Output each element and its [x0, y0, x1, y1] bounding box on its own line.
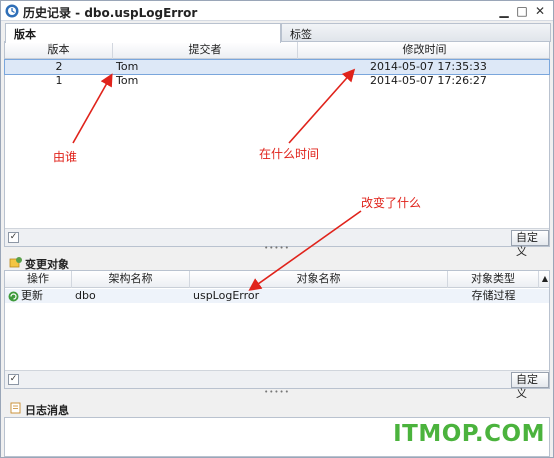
column-header-action[interactable]: 操作	[5, 271, 72, 288]
log-title: 日志消息	[25, 404, 69, 417]
maximize-icon[interactable]: □	[514, 3, 530, 19]
scroll-up-icon[interactable]: ▲	[539, 271, 551, 288]
column-header-schema[interactable]: 架构名称	[72, 271, 190, 288]
versions-grid: 版本 提交者 修改时间 2 Tom 2014-05-07 17:35:33 1 …	[4, 41, 550, 258]
time-cell: 2014-05-07 17:26:27	[370, 74, 487, 87]
table-row[interactable]: 1 Tom 2014-05-07 17:26:27	[5, 74, 549, 88]
annotation-what-changed: 改变了什么	[361, 196, 422, 210]
objects-footer: ✓ 自定义	[5, 370, 549, 400]
close-icon[interactable]: ✕	[532, 3, 548, 19]
table-row[interactable]: 2 Tom 2014-05-07 17:35:33	[4, 59, 550, 75]
annotation-when: 在什么时间	[259, 147, 320, 161]
tab-strip: 版本 标签	[3, 23, 551, 43]
changed-objects-grid: 操作 架构名称 对象名称 对象类型 ▲ 更新 dbo uspLogError 存…	[4, 270, 550, 400]
minimize-icon[interactable]: ▁	[496, 3, 512, 19]
watermark: ITMOP.COM	[393, 421, 545, 447]
author-cell: Tom	[116, 60, 139, 73]
app-icon	[5, 4, 19, 18]
versions-checkbox[interactable]: ✓	[8, 232, 19, 243]
object-type-cell: 存储过程	[471, 289, 516, 302]
changed-objects-icon	[9, 257, 22, 268]
objects-grid-header: 操作 架构名称 对象名称 对象类型 ▲	[5, 271, 549, 288]
splitter-handle[interactable]: •••••	[1, 245, 553, 252]
column-header-object-type[interactable]: 对象类型	[448, 271, 539, 288]
log-icon	[10, 402, 21, 414]
table-row[interactable]: 更新 dbo uspLogError 存储过程	[5, 289, 549, 303]
history-window: 历史记录 - dbo.uspLogError ▁ □ ✕ 版本 标签 版本 提交…	[0, 0, 554, 458]
window-title: 历史记录 - dbo.uspLogError	[23, 6, 198, 20]
author-cell: Tom	[116, 74, 139, 87]
tab-versions[interactable]: 版本	[5, 23, 281, 43]
tab-labels[interactable]: 标签	[281, 23, 551, 42]
column-header-modified-time[interactable]: 修改时间	[298, 42, 551, 59]
objects-checkbox[interactable]: ✓	[8, 374, 19, 385]
schema-cell: dbo	[75, 289, 96, 302]
time-cell: 2014-05-07 17:35:33	[370, 60, 487, 73]
title-bar: 历史记录 - dbo.uspLogError ▁ □ ✕	[1, 1, 553, 21]
refresh-icon	[8, 291, 19, 302]
object-name-cell: uspLogError	[193, 289, 260, 302]
column-header-author[interactable]: 提交者	[113, 42, 298, 59]
action-cell: 更新	[21, 289, 43, 302]
version-cell: 2	[55, 60, 63, 73]
annotation-by-whom: 由谁	[53, 150, 78, 164]
splitter-handle-bottom[interactable]: •••••	[1, 389, 553, 396]
version-cell: 1	[55, 74, 63, 87]
objects-customize-button[interactable]: 自定义	[511, 372, 549, 400]
column-header-version[interactable]: 版本	[5, 42, 113, 59]
column-header-object-name[interactable]: 对象名称	[190, 271, 448, 288]
versions-grid-header: 版本 提交者 修改时间	[5, 42, 549, 59]
versions-customize-button[interactable]: 自定义	[511, 230, 549, 258]
